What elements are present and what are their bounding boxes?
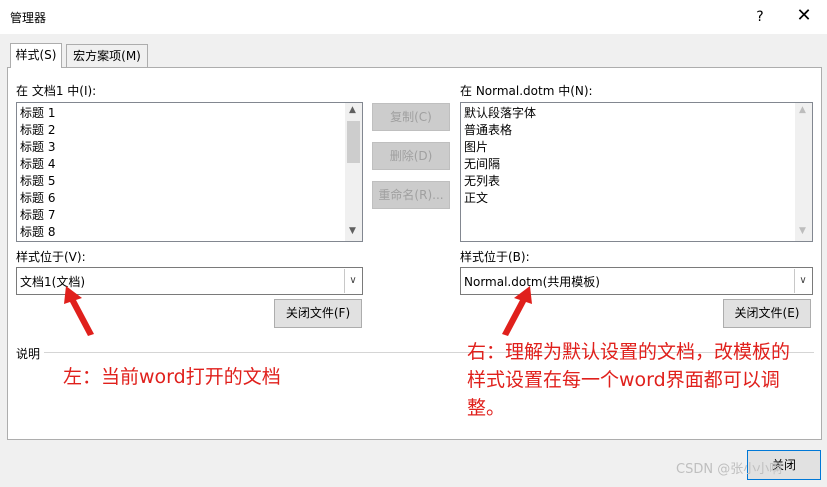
list-item[interactable]: 无列表 — [462, 173, 792, 190]
list-item[interactable]: 标题 4 — [18, 156, 343, 173]
title-bar — [0, 0, 827, 34]
scroll-down-icon[interactable]: ▼ — [349, 226, 356, 236]
list-item[interactable]: 标题 2 — [18, 122, 343, 139]
right-annotation-line: 整。 — [467, 397, 506, 419]
list-item[interactable]: 默认段落字体 — [462, 105, 792, 122]
left-annotation-arrow — [64, 286, 94, 336]
list-item[interactable]: 标题 5 — [18, 173, 343, 190]
list-item[interactable]: 标题 8 — [18, 224, 343, 241]
chevron-down-icon[interactable]: ∨ — [344, 269, 361, 293]
left-list-label: 在 文档1 中(I): — [16, 84, 97, 98]
list-item[interactable]: 标题 3 — [18, 139, 343, 156]
right-annotation-text: 右：理解为默认设置的文档，改模板的 样式设置在每一个word界面都可以调 整。 — [467, 338, 827, 422]
right-annotation-arrow — [502, 286, 532, 336]
left-list-scrollbar[interactable]: ▲ ▼ — [345, 103, 362, 241]
right-close-file-button[interactable]: 关闭文件(E) — [723, 299, 811, 328]
arrow-shape — [64, 286, 94, 336]
tab-styles[interactable]: 样式(S) — [10, 43, 62, 68]
chevron-down-icon[interactable]: ∨ — [794, 269, 811, 293]
right-annotation-line: 样式设置在每一个word界面都可以调 — [467, 369, 780, 391]
left-style-list[interactable]: 标题 1 标题 2 标题 3 标题 4 标题 5 标题 6 标题 7 标题 8 … — [16, 102, 363, 242]
scroll-up-icon[interactable]: ▲ — [349, 105, 356, 115]
copy-button[interactable]: 复制(C) — [372, 103, 450, 131]
left-annotation-text: 左：当前word打开的文档 — [63, 366, 281, 388]
watermark: CSDN @张小小啊 — [676, 462, 783, 477]
help-button[interactable]: ? — [746, 6, 774, 28]
window-title: 管理器 — [10, 11, 47, 25]
rename-button[interactable]: 重命名(R)... — [372, 181, 450, 209]
right-available-label: 样式位于(B): — [460, 250, 530, 264]
close-window-button[interactable]: ✕ — [790, 4, 818, 28]
scroll-thumb[interactable] — [347, 121, 360, 163]
right-list-scrollbar[interactable]: ▲ ▼ — [795, 103, 812, 241]
right-annotation-line: 右：理解为默认设置的文档，改模板的 — [467, 341, 791, 363]
list-item[interactable]: 标题 7 — [18, 207, 343, 224]
list-item[interactable]: 无间隔 — [462, 156, 792, 173]
left-available-label: 样式位于(V): — [16, 250, 86, 264]
right-style-list[interactable]: 默认段落字体 普通表格 图片 无间隔 无列表 正文 ▲ ▼ — [460, 102, 813, 242]
scroll-down-icon[interactable]: ▼ — [799, 226, 806, 236]
list-item[interactable]: 正文 — [462, 190, 792, 207]
list-item[interactable]: 标题 1 — [18, 105, 343, 122]
left-close-file-button[interactable]: 关闭文件(F) — [274, 299, 362, 328]
list-item[interactable]: 标题 6 — [18, 190, 343, 207]
delete-button[interactable]: 删除(D) — [372, 142, 450, 170]
scroll-up-icon[interactable]: ▲ — [799, 105, 806, 115]
tab-macro-items[interactable]: 宏方案项(M) — [66, 44, 148, 67]
list-item[interactable]: 图片 — [462, 139, 792, 156]
description-label: 说明 — [16, 347, 41, 361]
list-item[interactable]: 普通表格 — [462, 122, 792, 139]
arrow-shape — [502, 286, 532, 336]
right-list-label: 在 Normal.dotm 中(N): — [460, 84, 593, 98]
